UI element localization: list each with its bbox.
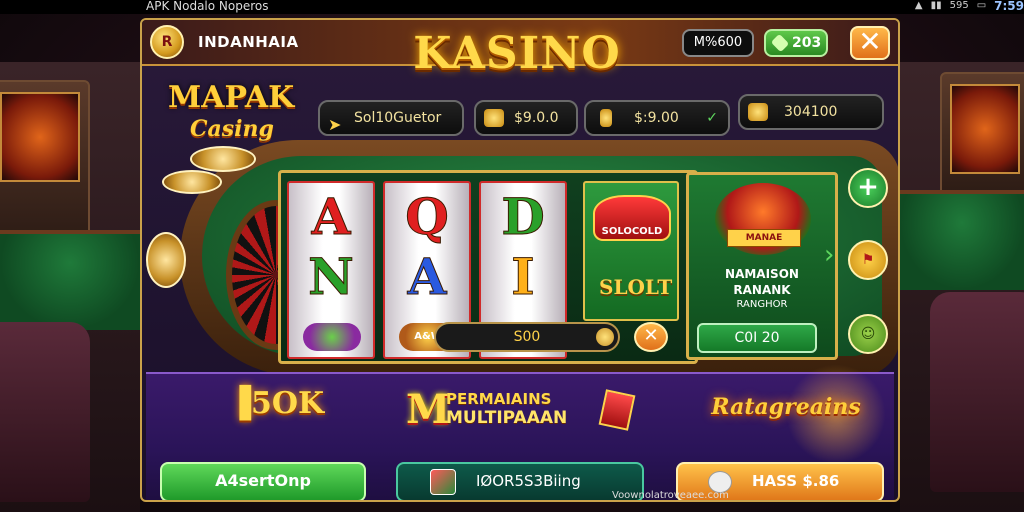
background-casino-left — [0, 62, 140, 512]
close-button[interactable]: ✕ — [850, 26, 890, 60]
gold-hex-icon — [748, 103, 768, 121]
bonus-line3: RANGHOR — [736, 299, 788, 310]
chip-stack-icon — [190, 146, 256, 172]
promo-line1: PERMAIAINS — [446, 390, 552, 408]
game-window: R INDANHAIA KASINO M%600 203 ✕ MAPAK Cas… — [140, 18, 900, 502]
cancel-bet-button[interactable]: ✕ — [634, 322, 668, 352]
reel-2-top-symbol: Q — [405, 187, 450, 246]
battery-level: 595 — [949, 0, 969, 11]
slot-machine-bg-right — [940, 72, 1024, 202]
balance-display[interactable]: M%600 — [682, 29, 754, 57]
brand-coin-icon[interactable]: R — [150, 25, 184, 59]
slot-feature-panel: SOLOCOLD SLOLT — [583, 181, 679, 321]
clock: 7:59 — [994, 0, 1024, 13]
info-pill-1-text: Sol10Guetor — [354, 110, 442, 126]
check-icon: ✓ — [706, 110, 718, 126]
reel-1-top-symbol: A — [311, 187, 351, 246]
coins-value: 203 — [792, 35, 822, 51]
game-screen: APK Nodalo Noperos ▲ ▮▮ 595 ▭ 7:59 R IND… — [0, 0, 1024, 512]
secondary-action-button[interactable]: IØOR5S3Biing — [396, 462, 644, 500]
bet-amount-bar[interactable]: S00 — [434, 322, 620, 352]
gem-icon — [770, 33, 790, 53]
tertiary-action-label: HASS $.86 — [752, 472, 840, 490]
top-bar: R INDANHAIA KASINO M%600 203 ✕ — [142, 20, 898, 79]
info-pill-2[interactable]: $9.0.0 — [474, 100, 578, 136]
coins-button[interactable]: 203 — [764, 29, 828, 57]
promo-right-title: Ratagreains — [711, 394, 861, 420]
bet-slider-knob[interactable] — [596, 328, 614, 346]
info-pill-4-text: 304100 — [784, 104, 838, 120]
battery-icon: ▭ — [976, 0, 987, 11]
promo-line2: MULTIPAAAN — [446, 408, 568, 428]
feather-icon — [430, 469, 456, 495]
page-title: KASINO — [413, 28, 621, 79]
gift-icon — [598, 389, 636, 431]
game-logo-line1: MAPAK — [168, 80, 295, 115]
signal-icon: ▮▮ — [930, 0, 942, 11]
reel-2-mid-symbol: A — [407, 247, 447, 306]
jackpot-amount: ▐5OK — [227, 386, 325, 421]
reel-3-mid-symbol: I — [511, 247, 535, 306]
info-pill-3[interactable]: $:9.00 ✓ — [584, 100, 730, 136]
bonus-line2: RANANK — [733, 283, 791, 297]
background-casino-right — [900, 62, 1024, 512]
flag-icon[interactable]: ⚑ — [848, 240, 888, 280]
brand-name: INDANHAIA — [198, 33, 299, 51]
bonus-line1: NAMAISON — [725, 267, 799, 281]
gold-bar-icon — [600, 109, 612, 127]
chair-bg-right — [930, 292, 1024, 492]
gold-gem-icon — [484, 109, 504, 127]
table-felt-bg-right — [900, 190, 1024, 290]
footer-url: Voownolatroveaee.com — [612, 490, 729, 501]
reel-3-top-symbol: D — [501, 187, 545, 246]
wifi-icon: ▲ — [914, 0, 923, 11]
reel-1: A N — [287, 181, 375, 359]
primary-action-button[interactable]: A4sertOnp — [160, 462, 366, 500]
chair-bg — [0, 322, 90, 502]
slot-word: SLOLT — [599, 275, 673, 299]
bonus-claim-button[interactable]: C0I 20 — [697, 323, 817, 353]
status-app-label: APK Nodalo Noperos — [146, 0, 269, 13]
promo-center-title: M PERMAIAINS MULTIPAAAN — [406, 386, 636, 434]
add-button[interactable]: + — [848, 168, 888, 208]
promo-section: ▐5OK M PERMAIAINS MULTIPAAAN Ratagreains… — [146, 364, 894, 500]
info-pill-3-text: $:9.00 — [634, 110, 679, 126]
reel-1-mid-symbol: N — [308, 247, 355, 306]
arrow-icon: ➤ — [328, 115, 342, 134]
bonus-token-icon — [303, 323, 361, 351]
info-pill-2-text: $9.0.0 — [514, 110, 559, 126]
status-bar: APK Nodalo Noperos ▲ ▮▮ 595 ▭ 7:59 — [0, 0, 1024, 14]
chip-stack-icon — [146, 232, 186, 288]
bonus-banner: MANAE — [727, 229, 801, 247]
info-pill-4[interactable]: 304100 — [738, 94, 884, 130]
emoji-icon[interactable]: ☺ — [848, 314, 888, 354]
secondary-action-label: IØOR5S3Biing — [476, 472, 581, 490]
chip-stack-icon — [162, 170, 222, 194]
chevron-right-icon[interactable]: › — [824, 240, 834, 270]
info-pill-1[interactable]: ➤ Sol10Guetor — [318, 100, 464, 136]
slot-badge: SOLOCOLD — [593, 195, 671, 241]
slot-machine-bg — [0, 80, 90, 250]
table-felt-bg — [0, 230, 140, 330]
bet-value: S00 — [513, 329, 541, 345]
promo-letter: M — [406, 386, 451, 433]
bonus-card: MANAE NAMAISON RANANK RANGHOR C0I 20 — [686, 172, 838, 360]
game-logo-line2: Casing — [190, 116, 274, 142]
